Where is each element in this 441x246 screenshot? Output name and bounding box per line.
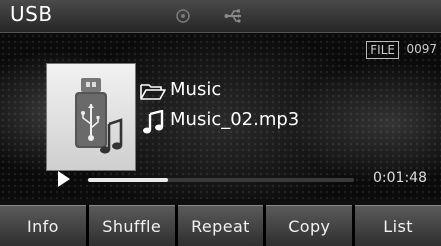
progress-fill [88,178,168,182]
copy-button[interactable]: Copy [266,205,353,246]
top-bar: USB [0,0,441,33]
play-icon[interactable] [58,171,70,187]
source-title: USB [10,2,53,26]
album-art [46,63,136,171]
elapsed-time: 0:01:48 [373,170,427,186]
track-name: Music_02.mp3 [170,109,300,130]
folder-icon [140,84,166,100]
shuffle-button[interactable]: Shuffle [88,205,175,246]
folder-name: Music [170,79,222,100]
now-playing-panel: FILE 0097 Music Music_02.mp3 0:01:48 [0,33,441,199]
usb-symbol-icon [224,9,241,23]
file-label: FILE [366,41,399,59]
list-button[interactable]: List [355,205,441,246]
music-note-icon [143,110,164,134]
file-number: 0097 [406,42,437,56]
repeat-button[interactable]: Repeat [177,205,264,246]
info-button[interactable]: Info [0,205,86,246]
usb-media-screen: USB FILE 0097 Music Music_02.mp3 0:01:48… [0,0,441,246]
usb-music-icon [75,78,123,154]
progress-bar[interactable] [88,178,354,182]
disc-icon [176,9,190,23]
function-bar: Info Shuffle Repeat Copy List [0,205,441,246]
